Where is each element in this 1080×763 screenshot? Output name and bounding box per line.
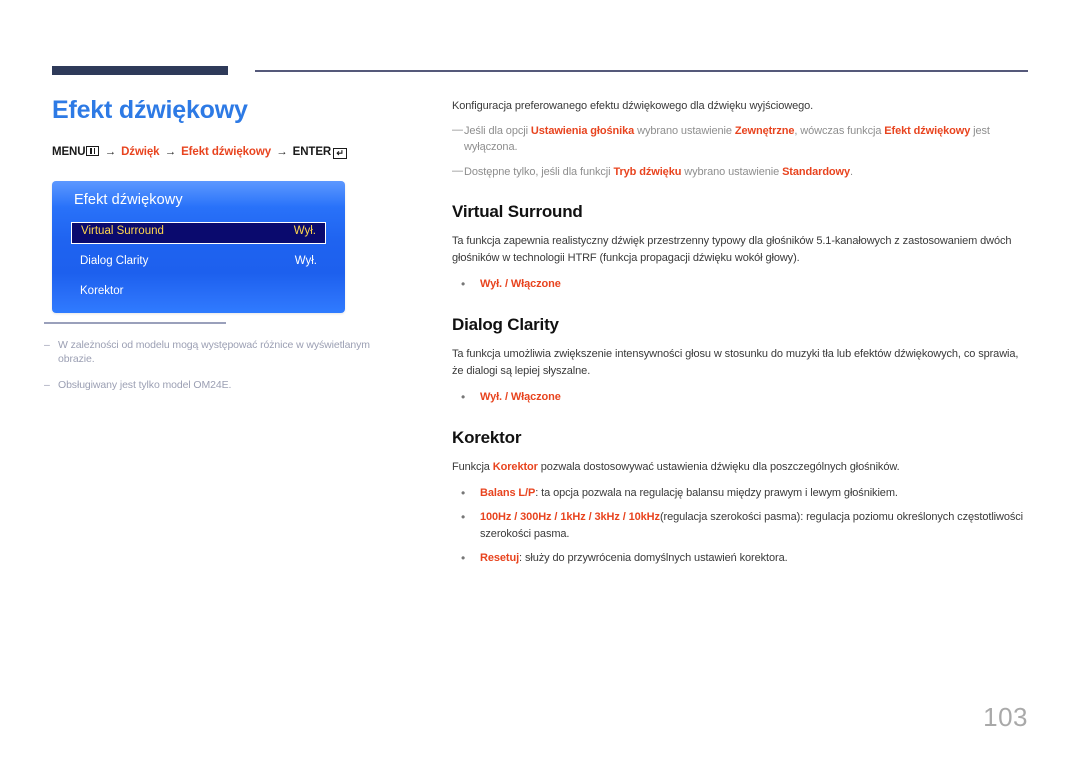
option-bullet: • Wył. / Włączone [452,389,1030,406]
left-footnotes: ‒ W zależności od modelu mogą występować… [44,322,384,404]
option-bullet: • 100Hz / 300Hz / 1kHz / 3kHz / 10kHz(re… [452,509,1030,543]
breadcrumb-menu-label: MENU [52,145,86,158]
osd-row-korektor[interactable]: Korektor [71,282,326,304]
section-heading: Dialog Clarity [452,315,559,335]
bullet-dot: • [461,510,466,525]
osd-row-value: Wył. [294,255,317,267]
footnote-item: ‒ Obsługiwany jest tylko model OM24E. [44,378,384,393]
footnote-dash: ‒ [44,378,50,391]
breadcrumb-arrow-2: → [164,145,177,158]
osd-row-label: Korektor [80,285,124,297]
breadcrumb-enter-label: ENTER [292,145,332,158]
footnote-divider [44,322,226,324]
breadcrumb-item-sound-effect[interactable]: Efekt dźwiękowy [181,146,271,158]
page-title: Efekt dźwiękowy [52,96,248,124]
option-bullet: • Balans L/P: ta opcja pozwala na regula… [452,485,1030,502]
section-heading: Virtual Surround [452,202,583,221]
bullet-dot: • [461,277,466,292]
bullet-dot: • [461,486,466,501]
tip-dash: — [452,164,463,177]
bullet-dot: • [461,390,466,405]
section-paragraph: Ta funkcja zapewnia realistyczny dźwięk … [452,235,1012,265]
section-paragraph: Ta funkcja umożliwia zwiększenie intensy… [452,348,1019,378]
footnote-text: W zależności od modelu mogą występować r… [58,338,370,366]
section-korektor: Korektor Funkcja Korektor pozwala dostos… [452,428,1030,567]
section-paragraph: Funkcja Korektor pozwala dostosowywać us… [452,461,900,474]
tip-note: — Dostępne tylko, jeśli dla funkcji Tryb… [452,164,1030,181]
bullet-dot: • [461,551,466,566]
bullet-text: Wył. / Włączone [480,391,561,404]
osd-row-dialog-clarity[interactable]: Dialog Clarity Wył. [71,252,326,274]
option-bullet: • Wył. / Włączone [452,276,1030,293]
tip-text: Dostępne tylko, jeśli dla funkcji Tryb d… [464,165,853,178]
breadcrumb: MENU → Dźwięk → Efekt dźwiękowy → ENTER ↵ [52,145,422,159]
intro-paragraph: Konfiguracja preferowanego efektu dźwięk… [452,100,814,112]
tip-text: Jeśli dla opcji Ustawienia głośnika wybr… [464,124,990,154]
bullet-text: Wył. / Włączone [480,278,561,291]
osd-row-label: Dialog Clarity [80,255,149,267]
section-dialog-clarity: Dialog Clarity Ta funkcja umożliwia zwię… [452,315,1030,406]
bullet-text: Balans L/P: ta opcja pozwala na regulacj… [480,487,898,500]
breadcrumb-arrow-1: → [104,145,117,158]
bullet-text: Resetuj: służy do przywrócenia domyślnyc… [480,552,788,565]
osd-row-label: Virtual Surround [81,225,164,237]
section-heading: Korektor [452,428,522,448]
section-virtual-surround: Virtual Surround Ta funkcja zapewnia rea… [452,202,1030,293]
header-rule-line [255,70,1028,72]
enter-key-icon: ↵ [333,147,348,159]
tip-note: — Jeśli dla opcji Ustawienia głośnika wy… [452,123,1030,156]
option-bullet: • Resetuj: służy do przywrócenia domyśln… [452,550,1030,567]
right-column: Konfiguracja preferowanego efektu dźwięk… [452,98,1030,568]
bullet-text: 100Hz / 300Hz / 1kHz / 3kHz / 10kHz(regu… [480,511,1024,541]
osd-row-virtual-surround[interactable]: Virtual Surround Wył. [71,222,326,244]
osd-title: Efekt dźwiękowy [74,192,183,208]
tip-dash: — [452,123,463,136]
footnote-dash: ‒ [44,338,50,351]
footnote-item: ‒ W zależności od modelu mogą występować… [44,338,384,367]
breadcrumb-arrow-3: → [276,145,288,158]
menu-grid-icon [86,145,100,156]
osd-menu-preview: Efekt dźwiękowy Virtual Surround Wył. Di… [52,181,345,313]
footnote-text: Obsługiwany jest tylko model OM24E. [58,378,232,391]
breadcrumb-item-sound[interactable]: Dźwięk [121,146,159,158]
osd-row-value: Wył. [293,225,316,237]
left-column: Efekt dźwiękowy MENU → Dźwięk → Efekt dź… [52,96,422,159]
header-rule-bar [52,66,228,75]
page-number: 103 [983,702,1028,732]
